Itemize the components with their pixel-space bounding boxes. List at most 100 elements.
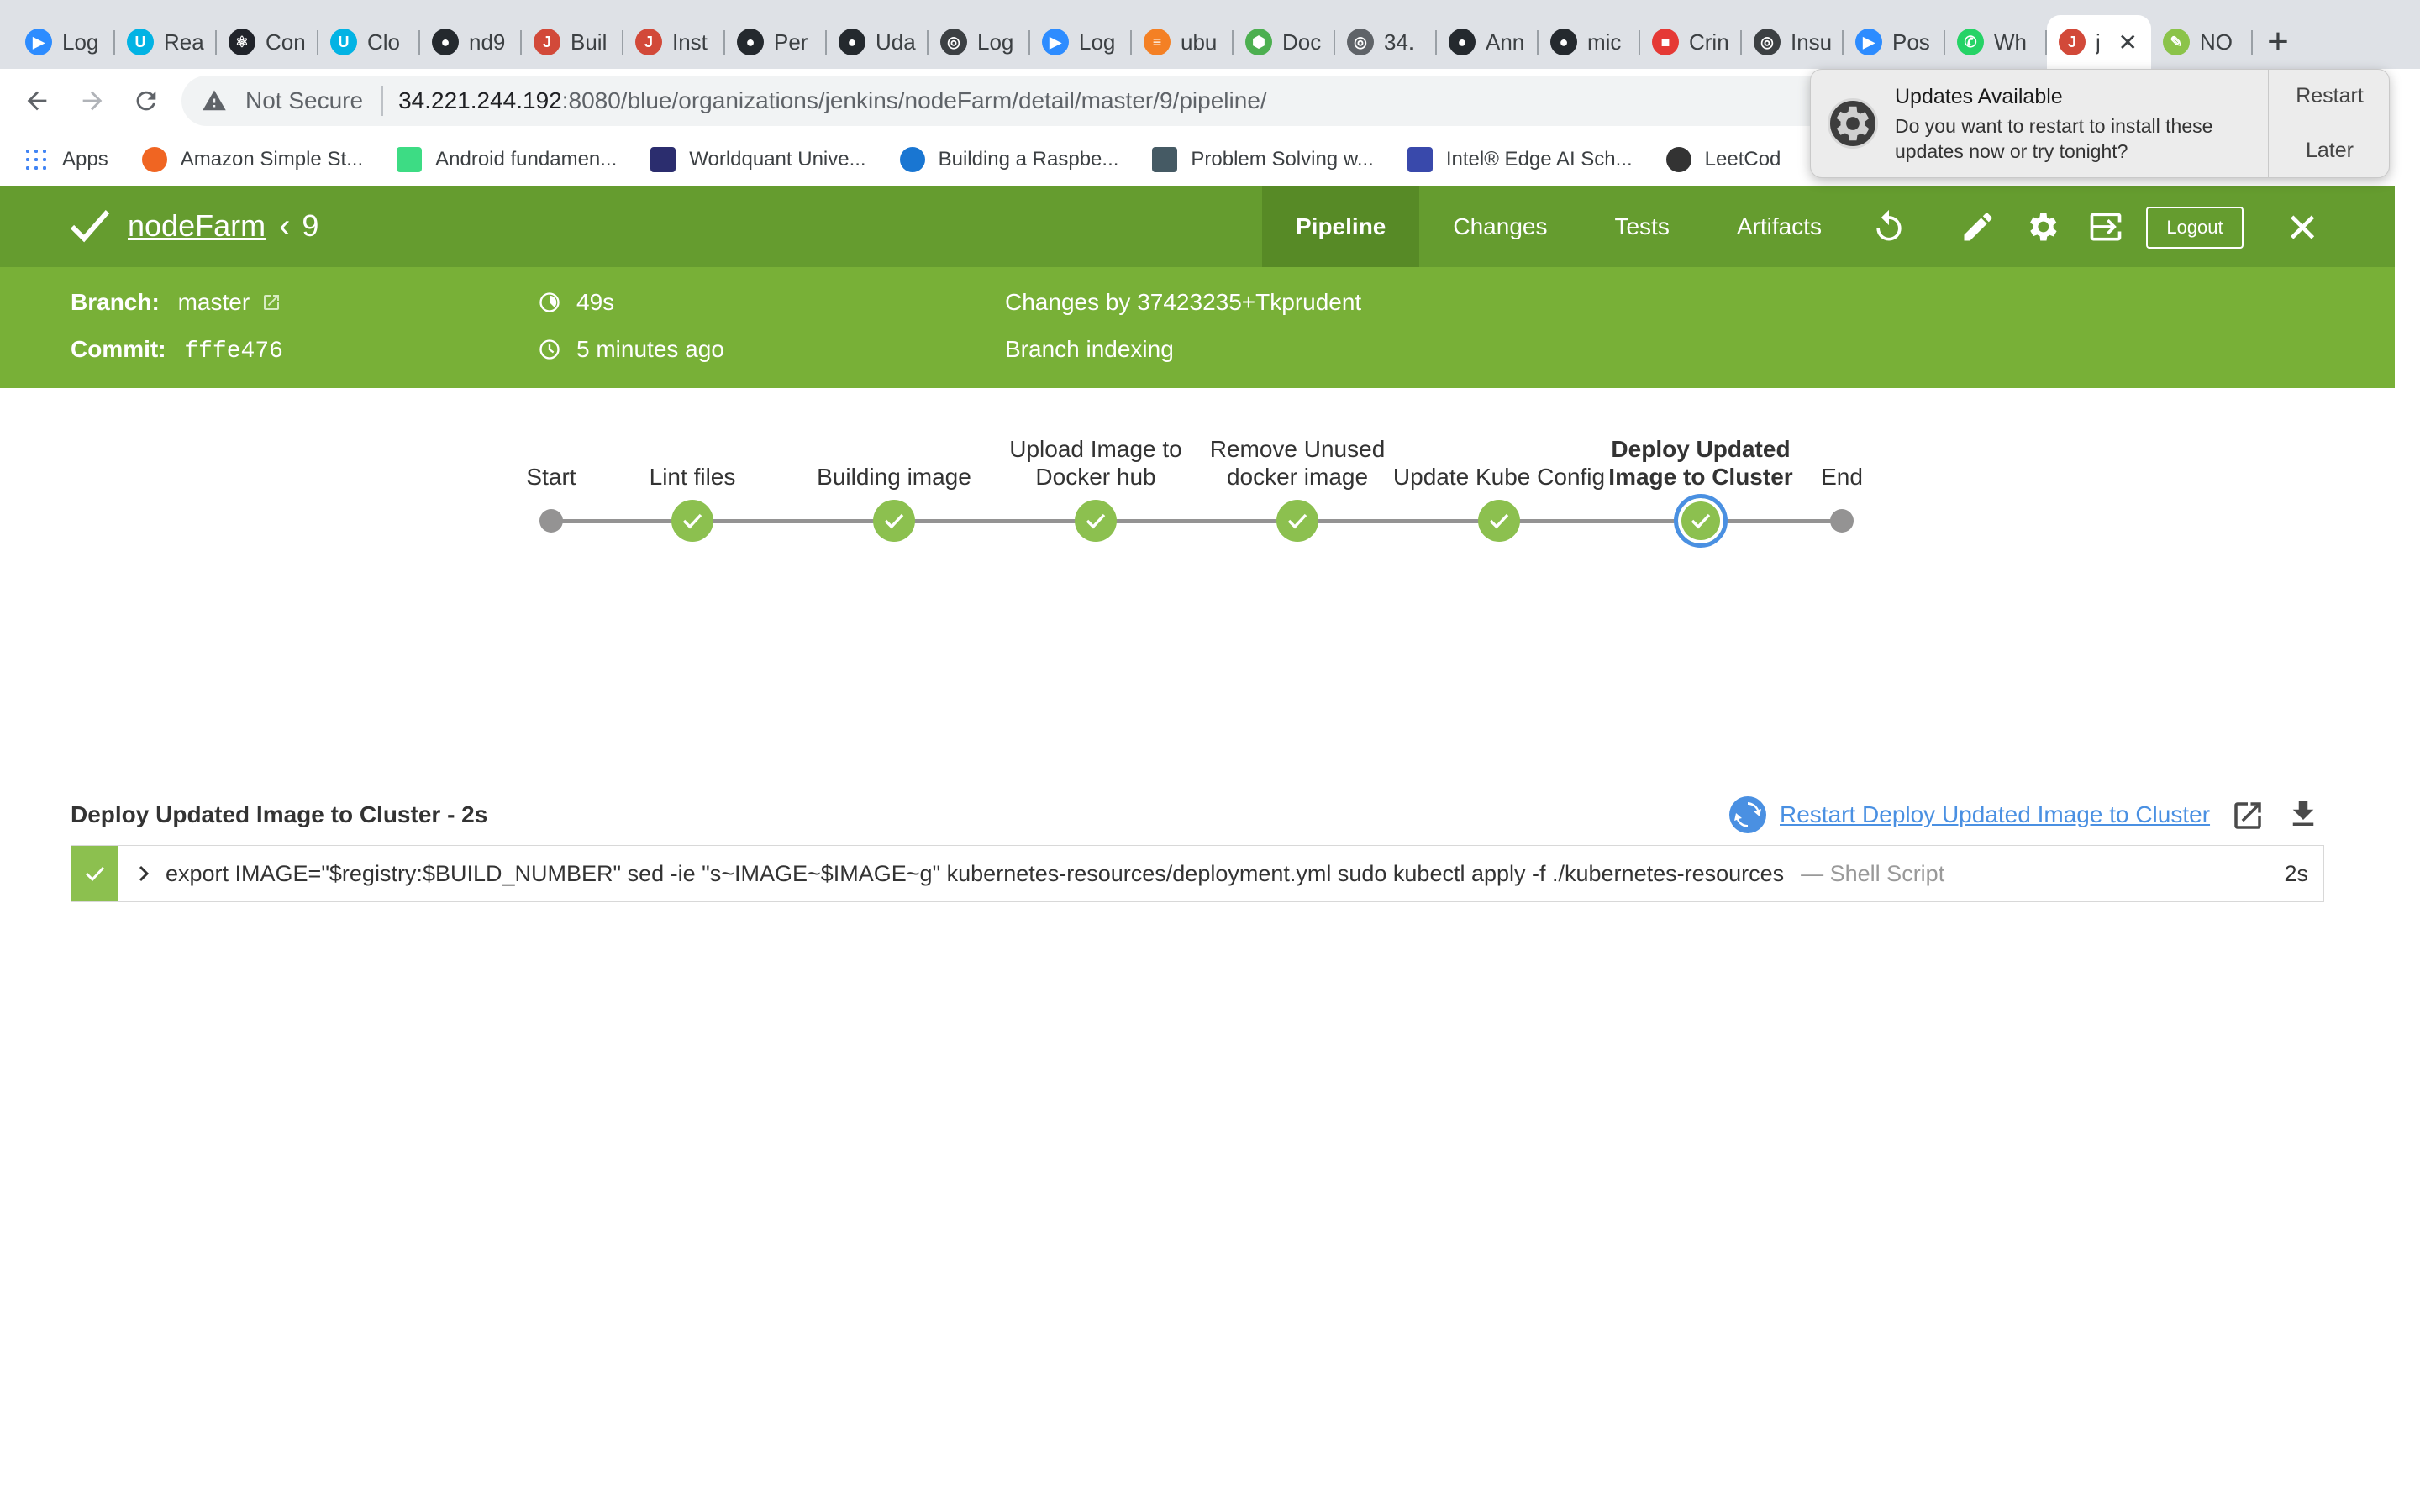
browser-tab[interactable]: U Clo bbox=[318, 15, 420, 69]
browser-tab[interactable]: ● Ann bbox=[1437, 15, 1539, 69]
browser-tab[interactable]: ✆ Wh bbox=[1945, 15, 2047, 69]
tab-favicon-icon: ▶ bbox=[25, 29, 52, 55]
run-title: nodeFarm ‹ 9 bbox=[69, 207, 318, 245]
stage-label[interactable]: End bbox=[1724, 463, 1960, 491]
chevron-right-icon[interactable] bbox=[132, 859, 157, 888]
reload-button[interactable] bbox=[126, 81, 166, 121]
back-button[interactable] bbox=[17, 81, 57, 121]
job-name-link[interactable]: nodeFarm bbox=[128, 208, 266, 244]
restart-button[interactable]: Restart bbox=[2269, 70, 2389, 123]
tab-favicon-icon: J bbox=[534, 29, 560, 55]
bookmark-item[interactable]: Intel® Edge AI Sch... bbox=[1407, 146, 1633, 172]
bookmark-label: Worldquant Unive... bbox=[689, 147, 866, 171]
bookmark-label: Amazon Simple St... bbox=[180, 147, 364, 171]
browser-tab[interactable]: ≡ ubu bbox=[1132, 15, 1234, 69]
browser-tab[interactable]: ✎ NO bbox=[2151, 15, 2253, 69]
branch-value[interactable]: master bbox=[178, 289, 250, 315]
browser-tab[interactable]: Jj ✕ bbox=[2047, 15, 2151, 69]
browser-tab[interactable]: ◎ Log bbox=[929, 15, 1030, 69]
browser-tab[interactable]: ◎ Insu bbox=[1742, 15, 1844, 69]
logout-button[interactable]: Logout bbox=[2146, 207, 2244, 249]
stage-node-success[interactable] bbox=[1075, 500, 1117, 542]
forward-button[interactable] bbox=[72, 81, 113, 121]
duration-icon bbox=[539, 292, 560, 312]
stage-label[interactable]: Building image bbox=[776, 463, 1012, 491]
browser-tab[interactable]: ● Per bbox=[725, 15, 827, 69]
apps-shortcut[interactable]: Apps bbox=[24, 146, 108, 172]
bookmark-item[interactable]: LeetCod bbox=[1665, 146, 1781, 172]
browser-tab[interactable]: ▶ Pos bbox=[1844, 15, 1945, 69]
tab-label: Con bbox=[266, 29, 306, 55]
check-icon bbox=[85, 866, 105, 882]
bookmark-item[interactable]: Amazon Simple St... bbox=[141, 146, 364, 172]
browser-tab[interactable]: ⬢ Doc bbox=[1234, 15, 1335, 69]
rerun-icon[interactable] bbox=[1870, 208, 1907, 245]
tab-favicon-icon: ● bbox=[737, 29, 764, 55]
tab-close-icon[interactable]: ✕ bbox=[2118, 29, 2138, 56]
bookmark-label: Intel® Edge AI Sch... bbox=[1445, 147, 1633, 171]
tab-favicon-icon: ▶ bbox=[1042, 29, 1069, 55]
tab-label: NO bbox=[2200, 29, 2233, 55]
browser-tab[interactable]: ▶ Log bbox=[1030, 15, 1132, 69]
apps-grid-icon bbox=[24, 146, 49, 172]
stage-node-selected[interactable] bbox=[1674, 494, 1728, 548]
screen: ▶ Log U Rea ⚛ Con U Clo ● nd9 J Buil J Inst ● Per ● Uda ◎ L… bbox=[0, 0, 2420, 1512]
tab-favicon-icon: ● bbox=[1449, 29, 1476, 55]
browser-tab[interactable]: ● nd9 bbox=[420, 15, 522, 69]
cause-text: Branch indexing bbox=[1005, 336, 1174, 362]
download-icon[interactable] bbox=[2286, 796, 2321, 832]
stage-node-success[interactable] bbox=[671, 500, 713, 542]
close-button[interactable]: ✕ bbox=[2286, 205, 2319, 252]
bookmark-item[interactable]: Building a Raspbe... bbox=[899, 146, 1118, 172]
restart-stage-link[interactable]: Restart Deploy Updated Image to Cluster bbox=[1728, 795, 2210, 835]
bookmark-favicon-icon bbox=[141, 146, 167, 172]
tab-label: Buil bbox=[571, 29, 608, 55]
browser-tab[interactable]: J Buil bbox=[522, 15, 623, 69]
open-external-icon[interactable] bbox=[2230, 798, 2265, 833]
stage-label[interactable]: Update Kube Config bbox=[1381, 463, 1617, 491]
notification-actions: Restart Later bbox=[2268, 70, 2389, 177]
bookmark-item[interactable]: Problem Solving w... bbox=[1152, 146, 1374, 172]
tab-favicon-icon: ● bbox=[432, 29, 459, 55]
duration-row: 49s bbox=[538, 289, 614, 316]
bookmark-label: Android fundamen... bbox=[435, 147, 618, 171]
browser-tab[interactable]: ■ Crin bbox=[1640, 15, 1742, 69]
bookmark-item[interactable]: Android fundamen... bbox=[397, 146, 618, 172]
bookmark-item[interactable]: Worldquant Unive... bbox=[650, 146, 866, 172]
tab-label: Clo bbox=[367, 29, 401, 55]
tab-artifacts[interactable]: Artifacts bbox=[1703, 186, 1855, 267]
stage-node bbox=[539, 509, 563, 533]
tab-pipeline[interactable]: Pipeline bbox=[1262, 186, 1420, 267]
gear-icon[interactable] bbox=[2023, 208, 2060, 245]
stage-node-success[interactable] bbox=[1276, 500, 1318, 542]
stage-node-success[interactable] bbox=[873, 500, 915, 542]
branch-row: Branch: master bbox=[71, 289, 281, 316]
pencil-icon[interactable] bbox=[1960, 208, 1996, 245]
tab-favicon-icon: ▶ bbox=[1855, 29, 1882, 55]
browser-tab[interactable]: ⚛ Con bbox=[217, 15, 318, 69]
stage-label[interactable]: Remove Unused docker image bbox=[1180, 435, 1415, 491]
check-icon bbox=[884, 513, 904, 529]
later-button[interactable]: Later bbox=[2269, 123, 2389, 177]
stage-label[interactable]: Upload Image to Docker hub bbox=[978, 435, 1213, 491]
tab-tests[interactable]: Tests bbox=[1581, 186, 1702, 267]
browser-tab[interactable]: J Inst bbox=[623, 15, 725, 69]
browser-tab[interactable]: ● mic bbox=[1539, 15, 1640, 69]
stage-node-success[interactable] bbox=[1478, 500, 1520, 542]
step-row[interactable]: export IMAGE="$registry:$BUILD_NUMBER" s… bbox=[71, 845, 2324, 902]
success-check-icon bbox=[70, 210, 110, 243]
check-icon bbox=[1086, 513, 1106, 529]
tab-changes[interactable]: Changes bbox=[1419, 186, 1581, 267]
browser-tab[interactable]: ◎ 34. bbox=[1335, 15, 1437, 69]
new-tab-button[interactable]: + bbox=[2253, 15, 2303, 69]
check-icon bbox=[1287, 513, 1307, 529]
browser-tab[interactable]: ● Uda bbox=[827, 15, 929, 69]
stage-label[interactable]: Lint files bbox=[575, 463, 810, 491]
step-type: — Shell Script bbox=[1801, 861, 1945, 886]
tab-label: Log bbox=[977, 29, 1014, 55]
external-link-icon[interactable] bbox=[261, 292, 281, 312]
exit-icon[interactable] bbox=[2087, 208, 2124, 245]
tab-label: Log bbox=[1079, 29, 1116, 55]
browser-tab[interactable]: U Rea bbox=[115, 15, 217, 69]
browser-tab[interactable]: ▶ Log bbox=[13, 15, 115, 69]
